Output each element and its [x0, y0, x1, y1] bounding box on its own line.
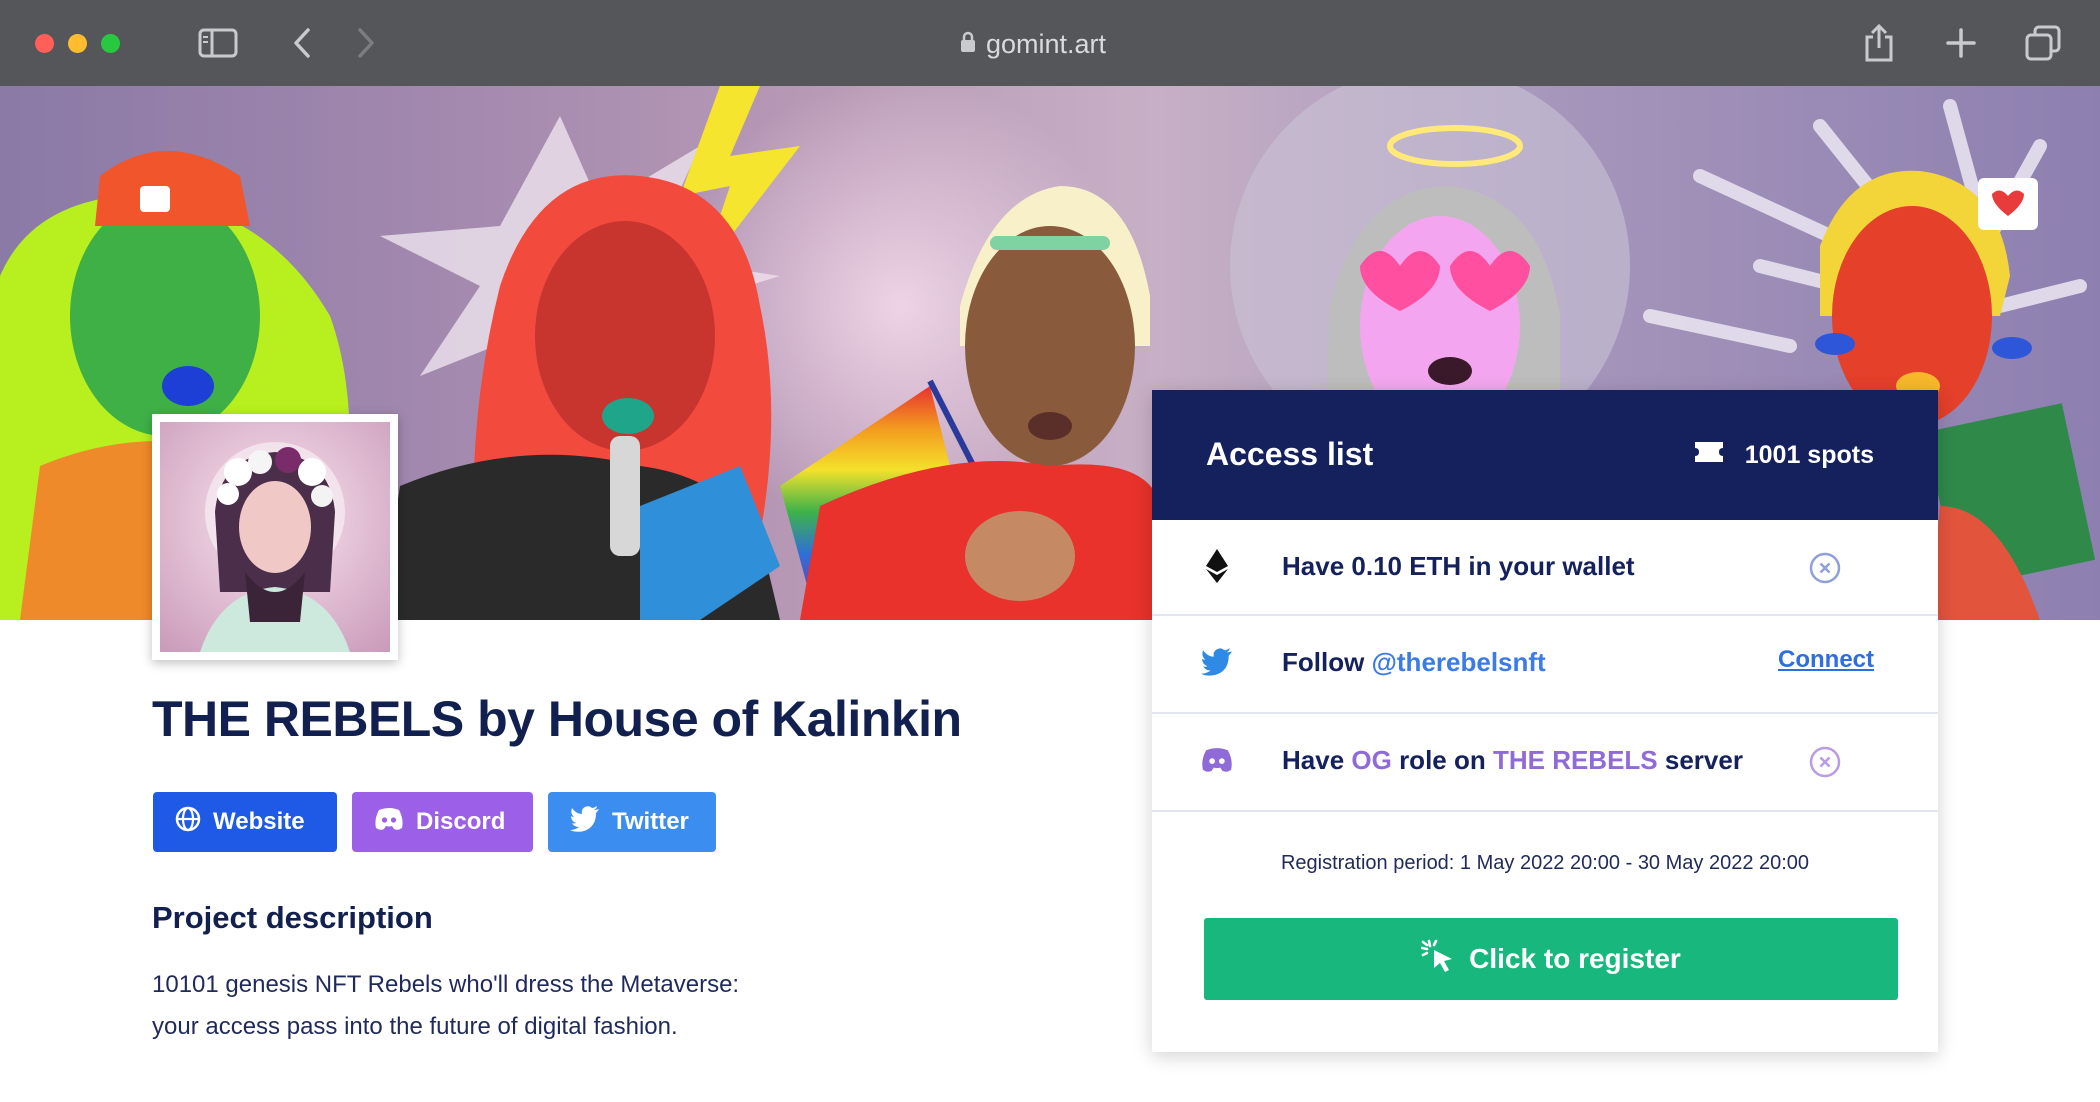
share-icon[interactable]	[1862, 22, 1896, 64]
browser-toolbar: gomint.art	[0, 0, 2100, 86]
forward-icon[interactable]	[354, 22, 378, 64]
discord-req-suffix: server	[1657, 745, 1743, 775]
requirement-twitter-follow: Follow @therebelsnft Connect	[1152, 616, 1938, 714]
twitter-handle-link[interactable]: @therebelsnft	[1372, 647, 1546, 677]
requirement-eth: Have 0.10 ETH in your wallet	[1152, 520, 1938, 616]
discord-req-prefix: Have	[1282, 745, 1352, 775]
lock-icon	[960, 29, 976, 60]
discord-icon	[374, 807, 404, 838]
registration-period: Registration period: 1 May 2022 20:00 - …	[1280, 852, 1810, 874]
twitter-icon	[1197, 642, 1237, 682]
website-button[interactable]: Website	[153, 792, 337, 852]
spots-label: 1001 spots	[1744, 441, 1874, 469]
sidebar-icon[interactable]	[196, 22, 240, 64]
requirement-discord-role: Have OG role on THE REBELS server	[1152, 714, 1938, 812]
register-button[interactable]: Click to register	[1204, 918, 1898, 1000]
project-title: THE REBELS by House of Kalinkin	[152, 691, 962, 747]
click-cursor-icon	[1420, 939, 1455, 980]
requirement-discord-text: Have OG role on THE REBELS server	[1282, 745, 1743, 776]
register-button-label: Click to register	[1469, 943, 1681, 974]
requirement-eth-text: Have 0.10 ETH in your wallet	[1282, 551, 1635, 581]
discord-button-label: Discord	[416, 808, 506, 835]
project-avatar	[152, 414, 398, 660]
ethereum-icon	[1197, 546, 1237, 586]
status-not-met-icon	[1808, 551, 1842, 585]
twitter-button-label: Twitter	[612, 808, 689, 835]
ticket-icon	[1693, 440, 1725, 471]
requirement-twitter-text: Follow @therebelsnft	[1282, 647, 1546, 678]
status-not-met-icon	[1808, 745, 1842, 779]
tabs-overview-icon[interactable]	[2024, 22, 2062, 64]
discord-icon	[1197, 740, 1237, 780]
url-text: gomint.art	[986, 28, 1107, 59]
access-list-header: Access list 1001 spots	[1152, 390, 1938, 520]
discord-button[interactable]: Discord	[352, 792, 533, 852]
discord-server-name: THE REBELS	[1492, 745, 1658, 775]
description-line: 10101 genesis NFT Rebels who'll dress th…	[152, 971, 740, 998]
description-heading: Project description	[152, 900, 433, 935]
twitter-button[interactable]: Twitter	[548, 792, 716, 852]
description-line: your access pass into the future of digi…	[152, 1013, 678, 1040]
twitter-icon	[570, 805, 600, 839]
new-tab-icon[interactable]	[1944, 22, 1978, 64]
project-description: 10101 genesis NFT Rebels who'll dress th…	[152, 964, 852, 1048]
close-window-button[interactable]	[35, 34, 54, 53]
zoom-window-button[interactable]	[101, 34, 120, 53]
spots-count: 1001 spots	[1693, 440, 1874, 471]
website-button-label: Website	[213, 808, 305, 835]
avatar-image	[160, 422, 390, 652]
address-bar[interactable]: gomint.art	[960, 24, 1160, 64]
access-list-title: Access list	[1206, 436, 1374, 472]
back-icon[interactable]	[290, 22, 314, 64]
discord-role-name: OG	[1351, 745, 1392, 775]
discord-req-middle: role on	[1391, 745, 1493, 775]
access-list-card: Access list 1001 spots Have 0.10 ETH in …	[1152, 390, 1938, 1052]
minimize-window-button[interactable]	[68, 34, 87, 53]
globe-icon	[175, 806, 201, 839]
follow-prefix: Follow	[1282, 647, 1372, 677]
connect-twitter-link[interactable]: Connect	[1778, 646, 1874, 674]
